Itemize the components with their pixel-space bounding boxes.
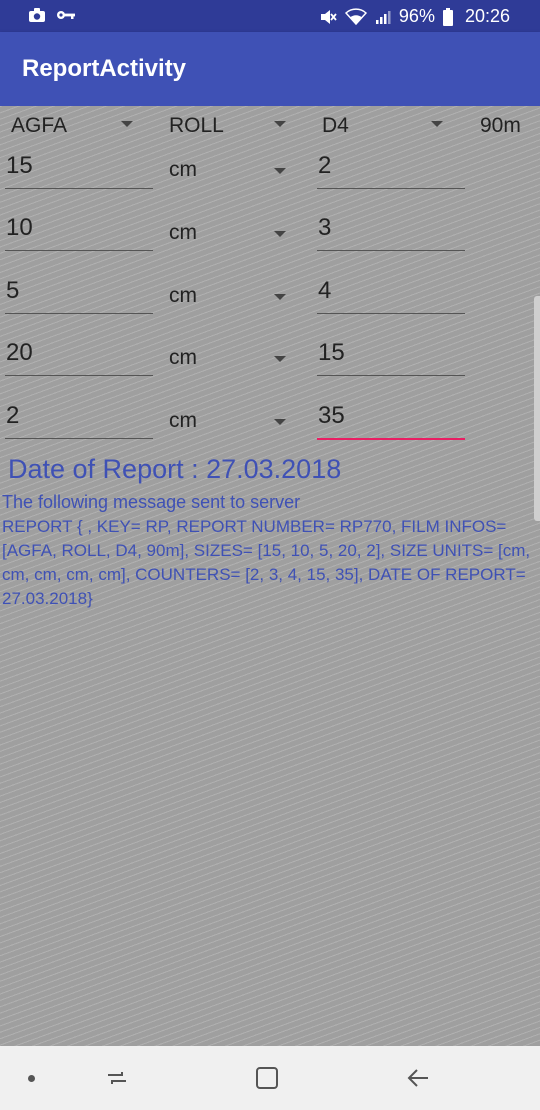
size-input[interactable]: 20: [5, 335, 153, 376]
counter-input[interactable]: 3: [317, 210, 465, 251]
size-input[interactable]: 5: [5, 273, 153, 314]
camera-icon: [28, 7, 46, 23]
unit-value: cm: [169, 346, 197, 369]
unit-value: cm: [169, 409, 197, 432]
counter-input[interactable]: 15: [317, 335, 465, 376]
chevron-down-icon: [274, 168, 286, 174]
scrollbar[interactable]: [534, 296, 540, 521]
brand-value: AGFA: [11, 114, 68, 137]
chevron-down-icon: [274, 121, 286, 127]
chevron-down-icon: [274, 294, 286, 300]
clock: 20:26: [464, 6, 510, 26]
chevron-down-icon: [431, 121, 443, 127]
unit-spinner[interactable]: cm: [169, 409, 289, 433]
counter-input[interactable]: 35: [317, 398, 465, 440]
size-value: 20: [6, 339, 33, 366]
unit-value: cm: [169, 158, 197, 181]
counter-value: 2: [318, 152, 332, 179]
process-spinner[interactable]: D4: [322, 108, 446, 142]
unit-spinner[interactable]: cm: [169, 158, 289, 182]
battery-icon: [442, 7, 453, 26]
wifi-icon: [344, 8, 367, 26]
counter-value: 35: [318, 402, 345, 429]
dot-indicator-icon: [28, 1075, 35, 1082]
size-value: 5: [6, 277, 20, 304]
unit-spinner[interactable]: cm: [169, 221, 289, 245]
size-input[interactable]: 15: [5, 148, 153, 189]
size-value: 15: [6, 152, 33, 179]
unit-spinner[interactable]: cm: [169, 284, 289, 308]
message-body: REPORT { , KEY= RP, REPORT NUMBER= RP770…: [2, 517, 531, 608]
signal-icon: [375, 9, 391, 25]
counter-input[interactable]: 2: [317, 148, 465, 189]
counter-value: 4: [318, 277, 332, 304]
chevron-down-icon: [274, 231, 286, 237]
chevron-down-icon: [274, 419, 286, 425]
length-value: 90m: [480, 114, 521, 137]
page-title: ReportActivity: [22, 55, 187, 82]
navigation-bar: [0, 1046, 540, 1110]
report-form: AGFA ROLL D4 90m 15 cm 2 10 cm 3 5 cm 4 …: [0, 106, 540, 1046]
report-date: Date of Report : 27.03.2018: [8, 454, 342, 484]
app-bar: ReportActivity: [0, 32, 540, 106]
status-bar: 96% 20:26: [0, 0, 540, 32]
counter-input[interactable]: 4: [317, 273, 465, 314]
battery-level: 96%: [398, 6, 435, 26]
process-value: D4: [322, 114, 349, 137]
size-value: 10: [6, 214, 33, 241]
type-spinner[interactable]: ROLL: [169, 108, 289, 142]
key-icon: [56, 7, 76, 23]
size-value: 2: [6, 402, 20, 429]
message-title: The following message sent to server: [2, 492, 301, 512]
back-icon[interactable]: [406, 1066, 430, 1095]
size-input[interactable]: 10: [5, 210, 153, 251]
unit-value: cm: [169, 284, 197, 307]
chevron-down-icon: [121, 121, 133, 127]
brand-spinner[interactable]: AGFA: [11, 108, 136, 142]
counter-value: 3: [318, 214, 332, 241]
counter-value: 15: [318, 339, 345, 366]
length-label: 90m: [480, 108, 535, 142]
recent-apps-icon[interactable]: [105, 1066, 129, 1095]
unit-spinner[interactable]: cm: [169, 346, 289, 370]
type-value: ROLL: [169, 114, 224, 137]
chevron-down-icon: [274, 356, 286, 362]
unit-value: cm: [169, 221, 197, 244]
mute-icon: [319, 8, 337, 26]
home-icon[interactable]: [255, 1066, 279, 1095]
size-input[interactable]: 2: [5, 398, 153, 439]
